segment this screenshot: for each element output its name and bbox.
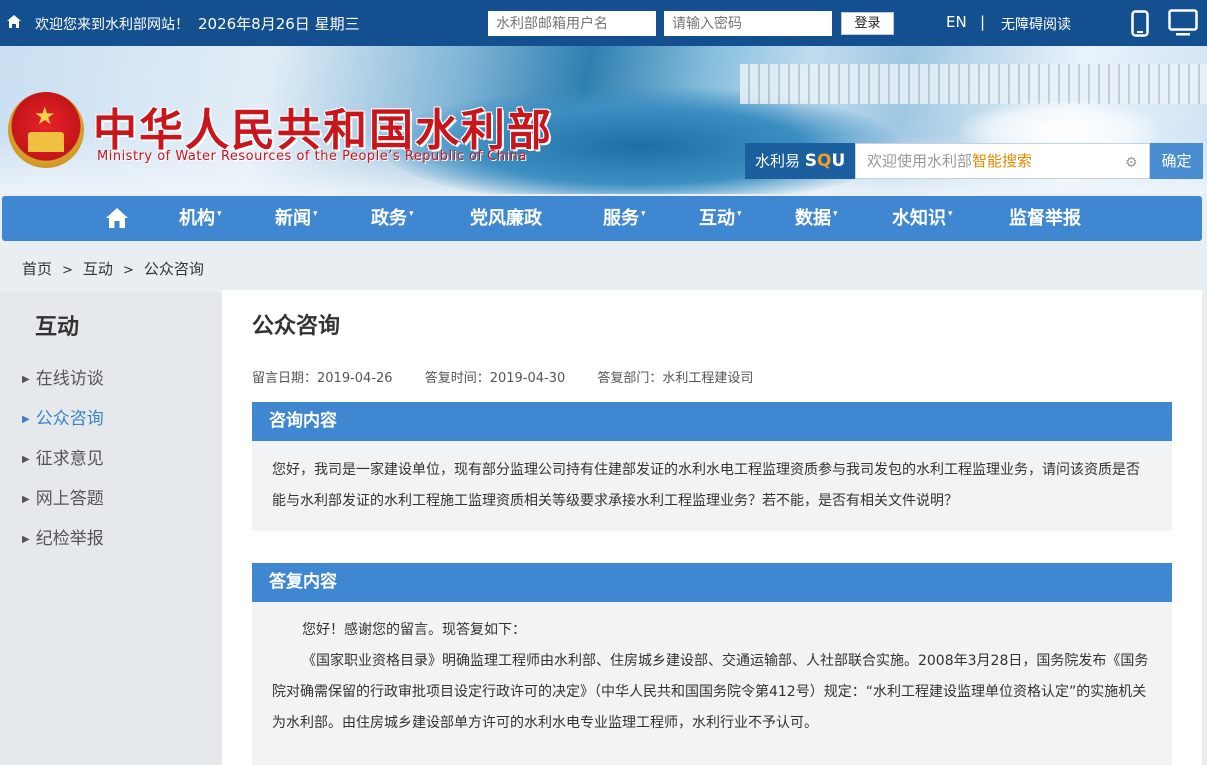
search-placeholder-highlight: 智能搜索 [972,152,1033,170]
triangle-right-icon: ▶ [22,534,30,545]
home-icon[interactable] [6,14,22,33]
nav-item-services[interactable]: 服务 ▾ [603,196,646,241]
nav-item-report[interactable]: 监督举报 [1009,196,1081,241]
question-heading: 咨询内容 [252,402,1172,441]
chevron-down-icon: ▾ [217,209,222,219]
sidebar-title: 互动 [35,315,80,340]
answer-heading: 答复内容 [252,563,1172,602]
breadcrumb-home[interactable]: 首页 [22,260,52,278]
main-content: 公众咨询 留言日期：2019-04-26 答复时间：2019-04-30 答复部… [222,290,1202,765]
search-brand-label: 水利易 [755,152,801,170]
breadcrumb-separator: > [122,263,134,278]
triangle-right-icon: ▶ [22,414,30,425]
nav-item-organization[interactable]: 机构 ▾ [179,196,222,241]
welcome-text: 欢迎您来到水利部网站！ [35,17,189,33]
question-text: 您好，我司是一家建设单位，现有部分监理公司持有住建部发证的水利水电工程监理资质参… [272,462,1140,509]
chevron-down-icon: ▾ [409,209,414,219]
chevron-down-icon: ▾ [833,209,838,219]
chevron-down-icon: ▾ [948,209,953,219]
sidebar-item-online-quiz[interactable]: ▶ 网上答题 [22,484,104,509]
accessibility-link[interactable]: 无障碍阅读 [1001,14,1071,34]
search-button[interactable]: 确定 [1150,143,1203,179]
login-button[interactable]: 登录 [841,12,894,35]
nav-item-government[interactable]: 政务 ▾ [371,196,414,241]
breadcrumb: 首页 > 互动 > 公众咨询 [22,258,204,279]
site-title-en: Ministry of Water Resources of the Peopl… [97,149,527,164]
nav-item-integrity[interactable]: 党风廉政 [470,196,542,241]
search-input[interactable]: 欢迎使用水利部智能搜索 [855,143,1150,179]
chevron-down-icon: ▾ [313,209,318,219]
sidebar-item-public-consultation[interactable]: ▶ 公众咨询 [22,404,104,429]
message-date: 留言日期：2019-04-26 [252,371,393,386]
question-body: 您好，我司是一家建设单位，现有部分监理公司持有住建部发证的水利水电工程监理资质参… [252,441,1172,531]
sidebar-item-discipline-report[interactable]: ▶ 纪检举报 [22,524,104,549]
banner-dam [740,64,1207,104]
answer-body: 您好！感谢您的留言。现答复如下： 《国家职业资格目录》明确监理工程师由水利部、住… [252,602,1172,765]
topbar-separator: | [980,13,986,31]
search-brand-logo: SQU [804,151,846,171]
triangle-right-icon: ▶ [22,494,30,505]
current-date: 2026年8月26日 星期三 [198,15,360,33]
chevron-down-icon: ▾ [641,209,646,219]
article-meta: 留言日期：2019-04-26 答复时间：2019-04-30 答复部门：水利工… [252,367,781,386]
site-search: 水利易 SQU 欢迎使用水利部智能搜索 ⚙ 确定 [745,143,1203,179]
nav-item-news[interactable]: 新闻 ▾ [275,196,318,241]
reply-time: 答复时间：2019-04-30 [424,371,566,386]
search-placeholder: 欢迎使用水利部 [867,152,973,170]
sidebar-item-solicit-opinions[interactable]: ▶ 征求意见 [22,444,104,469]
nav-item-data[interactable]: 数据 ▾ [795,196,838,241]
main-nav: 机构 ▾ 新闻 ▾ 政务 ▾ 党风廉政 服务 ▾ 互动 ▾ 数据 ▾ 水知识 ▾ 监督举报 [2,196,1202,241]
chevron-down-icon: ▾ [737,209,742,219]
answer-paragraph: 《国家职业资格目录》明确监理工程师由水利部、住房城乡建设部、交通运输部、人社部联… [272,653,1149,731]
national-emblem-icon[interactable]: ★ [8,92,84,168]
sidebar-item-online-interview[interactable]: ▶ 在线访谈 [22,364,104,389]
username-input[interactable] [488,11,656,36]
sidebar: 互动 ▶ 在线访谈 ▶ 公众咨询 ▶ 征求意见 ▶ 网上答题 ▶ 纪检举报 [0,292,222,765]
nav-item-water-knowledge[interactable]: 水知识 ▾ [892,196,953,241]
search-brand: 水利易 SQU [745,143,855,179]
nav-home-icon[interactable] [105,207,129,233]
page-title: 公众咨询 [252,314,341,339]
triangle-right-icon: ▶ [22,374,30,385]
desktop-icon[interactable] [1168,9,1198,41]
breadcrumb-separator: > [62,263,73,278]
english-link[interactable]: EN [946,13,967,31]
triangle-right-icon: ▶ [22,454,30,465]
gear-icon[interactable]: ⚙ [1125,155,1138,171]
password-input[interactable] [664,11,832,36]
reply-department: 答复部门：水利工程建设司 [597,371,754,386]
breadcrumb-current[interactable]: 公众咨询 [144,260,204,278]
mobile-icon[interactable] [1131,10,1149,41]
nav-item-interaction[interactable]: 互动 ▾ [699,196,742,241]
breadcrumb-interaction[interactable]: 互动 [83,260,113,278]
answer-paragraph: 您好！感谢您的留言。现答复如下： [302,622,526,638]
top-bar: 欢迎您来到水利部网站！ 2026年8月26日 星期三 登录 EN | 无障碍阅读 [0,0,1207,46]
